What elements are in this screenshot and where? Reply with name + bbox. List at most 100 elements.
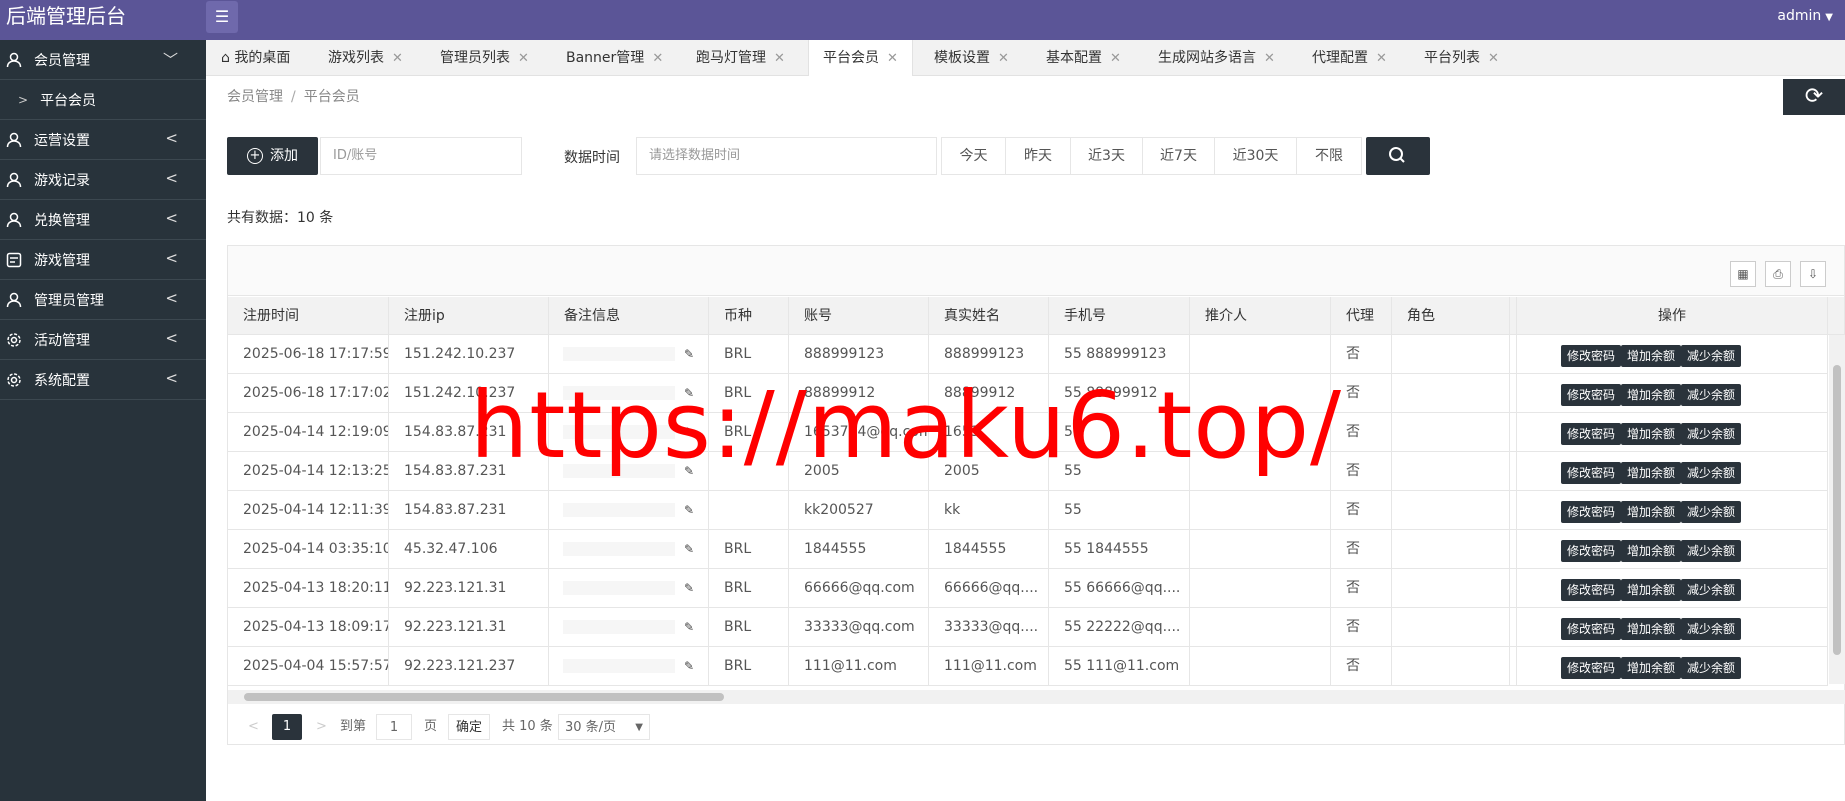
vertical-scrollbar[interactable]: [1829, 335, 1845, 684]
quick-today-button[interactable]: 今天: [941, 137, 1006, 175]
tab-basic-config[interactable]: 基本配置 ✕: [1046, 40, 1121, 76]
add-button[interactable]: + 添加: [227, 137, 318, 175]
edit-icon[interactable]: ✎: [684, 647, 694, 686]
tab-admin-list[interactable]: 管理员列表 ✕: [440, 40, 529, 76]
edit-icon[interactable]: ✎: [684, 569, 694, 608]
page-size-select[interactable]: 30 条/页 ▼: [558, 714, 650, 740]
sidebar-item-system[interactable]: 系统配置 <: [0, 360, 206, 400]
reduce-balance-button[interactable]: 减少余额: [1681, 462, 1741, 484]
sidebar-item-exchange[interactable]: 兑换管理 <: [0, 200, 206, 240]
change-password-button[interactable]: 修改密码: [1561, 423, 1621, 445]
tab-platform-member[interactable]: 平台会员 ✕: [808, 40, 913, 76]
edit-icon[interactable]: ✎: [684, 530, 694, 569]
goto-page-input[interactable]: 1: [376, 714, 412, 740]
close-icon[interactable]: ✕: [1264, 51, 1275, 66]
column-header[interactable]: 真实姓名: [929, 297, 1049, 335]
column-header[interactable]: 注册ip: [389, 297, 549, 335]
reduce-balance-button[interactable]: 减少余额: [1681, 501, 1741, 523]
column-header[interactable]: 代理: [1331, 297, 1392, 335]
close-icon[interactable]: ✕: [774, 51, 785, 66]
change-password-button[interactable]: 修改密码: [1561, 579, 1621, 601]
change-password-button[interactable]: 修改密码: [1561, 345, 1621, 367]
add-balance-button[interactable]: 增加余额: [1621, 657, 1681, 679]
tab-multilang[interactable]: 生成网站多语言 ✕: [1158, 40, 1275, 76]
reduce-balance-button[interactable]: 减少余额: [1681, 657, 1741, 679]
reduce-balance-button[interactable]: 减少余额: [1681, 345, 1741, 367]
reduce-balance-button[interactable]: 减少余额: [1681, 618, 1741, 640]
change-password-button[interactable]: 修改密码: [1561, 501, 1621, 523]
user-menu[interactable]: admin ▼: [1777, 0, 1833, 32]
print-icon[interactable]: ⎙: [1765, 261, 1791, 287]
export-icon[interactable]: ⇩: [1800, 261, 1826, 287]
goto-confirm-button[interactable]: 确定: [448, 714, 490, 740]
tab-desktop[interactable]: ⌂ 我的桌面: [221, 40, 290, 76]
sidebar-item-admin[interactable]: 管理员管理 <: [0, 280, 206, 320]
reduce-balance-button[interactable]: 减少余额: [1681, 579, 1741, 601]
quick-30days-button[interactable]: 近30天: [1214, 137, 1297, 175]
sidebar-item-member[interactable]: 会员管理 ﹀: [0, 40, 206, 80]
sidebar-subitem-platform-member[interactable]: > 平台会员: [0, 80, 206, 120]
columns-icon[interactable]: ▦: [1730, 261, 1756, 287]
breadcrumb-parent[interactable]: 会员管理: [227, 89, 283, 105]
quick-unlimited-button[interactable]: 不限: [1296, 137, 1362, 175]
tab-marquee[interactable]: 跑马灯管理 ✕: [696, 40, 785, 76]
quick-7days-button[interactable]: 近7天: [1142, 137, 1215, 175]
add-balance-button[interactable]: 增加余额: [1621, 423, 1681, 445]
column-header[interactable]: 币种: [709, 297, 789, 335]
change-password-button[interactable]: 修改密码: [1561, 462, 1621, 484]
quick-yesterday-button[interactable]: 昨天: [1005, 137, 1071, 175]
add-balance-button[interactable]: 增加余额: [1621, 540, 1681, 562]
tab-template[interactable]: 模板设置 ✕: [934, 40, 1009, 76]
next-page-icon[interactable]: >: [316, 714, 327, 740]
edit-icon[interactable]: ✎: [684, 491, 694, 530]
search-button[interactable]: [1366, 137, 1430, 175]
reduce-balance-button[interactable]: 减少余额: [1681, 423, 1741, 445]
close-icon[interactable]: ✕: [1488, 51, 1499, 66]
horizontal-scrollbar[interactable]: [228, 690, 1845, 704]
column-header[interactable]: 注册时间: [228, 297, 389, 335]
scroll-thumb[interactable]: [244, 693, 724, 701]
column-header[interactable]: 推介人: [1190, 297, 1331, 335]
column-header[interactable]: 备注信息: [549, 297, 709, 335]
add-balance-button[interactable]: 增加余额: [1621, 384, 1681, 406]
tab-platform-list[interactable]: 平台列表 ✕: [1424, 40, 1499, 76]
column-header[interactable]: 手机号: [1049, 297, 1190, 335]
scroll-thumb[interactable]: [1833, 365, 1841, 655]
column-header[interactable]: 账号: [789, 297, 929, 335]
column-header[interactable]: 角色: [1392, 297, 1510, 335]
quick-3days-button[interactable]: 近3天: [1070, 137, 1143, 175]
close-icon[interactable]: ✕: [518, 51, 529, 66]
edit-icon[interactable]: ✎: [684, 335, 694, 374]
change-password-button[interactable]: 修改密码: [1561, 540, 1621, 562]
prev-page-icon[interactable]: <: [248, 714, 259, 740]
tab-banner[interactable]: Banner管理 ✕: [566, 40, 663, 76]
id-search-input[interactable]: ID/账号: [320, 137, 522, 175]
tab-agent-config[interactable]: 代理配置 ✕: [1312, 40, 1387, 76]
add-balance-button[interactable]: 增加余额: [1621, 345, 1681, 367]
sidebar-item-game-manage[interactable]: 游戏管理 <: [0, 240, 206, 280]
close-icon[interactable]: ✕: [652, 51, 663, 66]
close-icon[interactable]: ✕: [392, 51, 403, 66]
add-balance-button[interactable]: 增加余额: [1621, 579, 1681, 601]
close-icon[interactable]: ✕: [887, 51, 898, 66]
reduce-balance-button[interactable]: 减少余额: [1681, 384, 1741, 406]
change-password-button[interactable]: 修改密码: [1561, 618, 1621, 640]
add-balance-button[interactable]: 增加余额: [1621, 501, 1681, 523]
sidebar-item-operation[interactable]: 运营设置 <: [0, 120, 206, 160]
change-password-button[interactable]: 修改密码: [1561, 657, 1621, 679]
close-icon[interactable]: ✕: [1110, 51, 1121, 66]
edit-icon[interactable]: ✎: [684, 608, 694, 647]
date-range-input[interactable]: 请选择数据时间: [636, 137, 937, 175]
add-balance-button[interactable]: 增加余额: [1621, 618, 1681, 640]
close-icon[interactable]: ✕: [1376, 51, 1387, 66]
sidebar-item-activity[interactable]: 活动管理 <: [0, 320, 206, 360]
tab-game-list[interactable]: 游戏列表 ✕: [328, 40, 403, 76]
sidebar-item-game-records[interactable]: 游戏记录 <: [0, 160, 206, 200]
refresh-button[interactable]: ⟳: [1783, 79, 1845, 115]
reduce-balance-button[interactable]: 减少余额: [1681, 540, 1741, 562]
change-password-button[interactable]: 修改密码: [1561, 384, 1621, 406]
close-icon[interactable]: ✕: [998, 51, 1009, 66]
add-balance-button[interactable]: 增加余额: [1621, 462, 1681, 484]
page-current[interactable]: 1: [272, 714, 302, 740]
menu-toggle-button[interactable]: ☰: [206, 1, 238, 33]
